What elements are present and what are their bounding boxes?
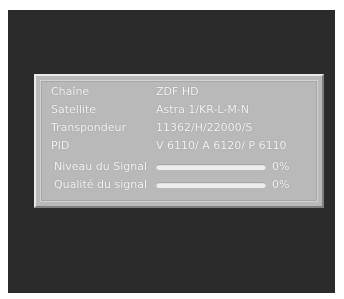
transponder-value: 11362/H/22000/S <box>156 121 253 134</box>
channel-row: Chaîne ZDF HD <box>41 83 317 101</box>
pid-value: V 6110/ A 6120/ P 6110 <box>156 139 287 152</box>
transponder-row: Transpondeur 11362/H/22000/S <box>41 119 317 137</box>
satellite-row: Satellite Astra 1/KR-L-M-N <box>41 101 317 119</box>
signal-quality-percent: 0% <box>272 178 290 191</box>
signal-quality-label: Qualité du signal <box>54 178 148 191</box>
pid-row: PID V 6110/ A 6120/ P 6110 <box>41 137 317 155</box>
signal-quality-row: Qualité du signal 0% <box>41 176 317 194</box>
satellite-label: Satellite <box>51 103 97 116</box>
signal-level-percent: 0% <box>272 160 290 173</box>
signal-level-row: Niveau du Signal 0% <box>41 158 317 176</box>
satellite-value: Astra 1/KR-L-M-N <box>156 103 250 116</box>
channel-info-panel: Chaîne ZDF HD Satellite Astra 1/KR-L-M-N… <box>34 74 324 208</box>
signal-quality-bar <box>156 182 266 188</box>
channel-value: ZDF HD <box>156 85 199 98</box>
tv-screen: Chaîne ZDF HD Satellite Astra 1/KR-L-M-N… <box>8 10 335 293</box>
pid-label: PID <box>51 139 70 152</box>
channel-label: Chaîne <box>51 85 90 98</box>
channel-info-frame: Chaîne ZDF HD Satellite Astra 1/KR-L-M-N… <box>40 80 318 202</box>
transponder-label: Transpondeur <box>51 121 126 134</box>
signal-level-label: Niveau du Signal <box>54 160 148 173</box>
signal-level-bar <box>156 164 266 170</box>
